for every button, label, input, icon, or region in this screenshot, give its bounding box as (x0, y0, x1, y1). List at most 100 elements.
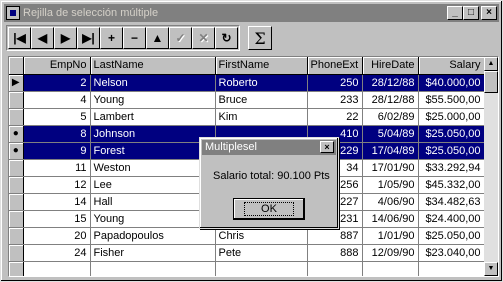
cell-empno[interactable]: 12 (23, 176, 91, 194)
cell-salary[interactable]: $24.400,00 (418, 210, 485, 228)
cell-hiredate[interactable]: 1/05/90 (362, 176, 419, 194)
cell-salary[interactable]: $23.040,00 (418, 244, 485, 262)
cell-hiredate[interactable]: 28/12/88 (362, 74, 419, 92)
cell-hiredate[interactable]: 1/01/90 (362, 227, 419, 245)
cell-lastname[interactable]: Weston (90, 159, 216, 177)
app-icon[interactable] (6, 6, 20, 20)
cell-hiredate[interactable]: 4/06/90 (362, 193, 419, 211)
column-header-firstname[interactable]: FirstName (215, 57, 308, 75)
dialog-title-bar[interactable]: Multiplesel × (202, 140, 336, 155)
cell-lastname[interactable] (90, 261, 216, 276)
cell-salary[interactable]: $45.332,00 (418, 176, 485, 194)
cell-salary[interactable]: $33.292,94 (418, 159, 485, 177)
next-record-button[interactable]: ▶ (54, 27, 77, 49)
cell-hiredate[interactable] (362, 261, 419, 276)
cell-empno[interactable]: 14 (23, 193, 91, 211)
row-indicator[interactable] (9, 244, 24, 262)
cell-empno[interactable]: 5 (23, 108, 91, 126)
cell-hiredate[interactable]: 17/01/90 (362, 159, 419, 177)
table-row[interactable]: 24 Fisher Pete 888 12/09/90 $23.040,00 (9, 244, 491, 262)
table-row[interactable]: 20 Papadopoulos Chris 887 1/01/90 $25.050,00 (9, 227, 491, 245)
cell-salary[interactable]: $55.500,00 (418, 91, 485, 109)
cell-phoneext[interactable]: 888 (307, 244, 363, 262)
insert-record-button[interactable]: + (100, 27, 123, 49)
row-indicator[interactable] (9, 159, 24, 177)
cell-empno[interactable]: 8 (23, 125, 91, 143)
row-indicator[interactable] (9, 193, 24, 211)
cell-hiredate[interactable]: 5/04/89 (362, 125, 419, 143)
column-header-salary[interactable]: Salary (418, 57, 485, 75)
cell-lastname[interactable]: Lee (90, 176, 216, 194)
cell-lastname[interactable]: Johnson (90, 125, 216, 143)
cell-phoneext[interactable]: 887 (307, 227, 363, 245)
cell-phoneext[interactable]: 233 (307, 91, 363, 109)
cell-salary[interactable]: $34.482,63 (418, 193, 485, 211)
column-header-empno[interactable]: EmpNo (23, 57, 91, 75)
cell-salary[interactable]: $40.000,00 (418, 74, 485, 92)
scroll-up-button[interactable]: ▲ (484, 57, 498, 71)
cell-firstname[interactable]: Bruce (215, 91, 308, 109)
edit-record-button[interactable]: ▲ (146, 27, 169, 49)
cell-empno[interactable]: 20 (23, 227, 91, 245)
column-header-phoneext[interactable]: PhoneExt (307, 57, 363, 75)
cell-phoneext[interactable]: 22 (307, 108, 363, 126)
column-header-hiredate[interactable]: HireDate (362, 57, 419, 75)
row-indicator[interactable] (9, 176, 24, 194)
cell-empno[interactable]: 11 (23, 159, 91, 177)
cell-hiredate[interactable]: 6/02/89 (362, 108, 419, 126)
scroll-thumb[interactable] (484, 71, 498, 93)
title-bar[interactable]: Rejilla de selección múltiple _ □ × (4, 4, 499, 22)
cell-firstname[interactable] (215, 261, 308, 276)
vertical-scrollbar[interactable]: ▲ ▼ (484, 57, 498, 276)
row-indicator[interactable] (9, 91, 24, 109)
cell-empno[interactable]: 24 (23, 244, 91, 262)
cell-lastname[interactable]: Forest (90, 142, 216, 160)
cell-lastname[interactable]: Lambert (90, 108, 216, 126)
row-indicator[interactable]: ▶ (9, 74, 24, 92)
cell-firstname[interactable]: Chris (215, 227, 308, 245)
cell-lastname[interactable]: Fisher (90, 244, 216, 262)
cell-salary[interactable]: $25.050,00 (418, 125, 485, 143)
maximize-button[interactable]: □ (463, 6, 479, 20)
sum-button[interactable]: Σ (248, 26, 272, 50)
cell-phoneext[interactable] (307, 261, 363, 276)
cell-empno[interactable]: 4 (23, 91, 91, 109)
cell-salary[interactable]: $25.000,00 (418, 108, 485, 126)
cell-hiredate[interactable]: 28/12/88 (362, 91, 419, 109)
first-record-button[interactable]: |◀ (8, 27, 31, 49)
table-row[interactable]: 5 Lambert Kim 22 6/02/89 $25.000,00 (9, 108, 491, 126)
row-indicator[interactable]: ● (9, 142, 24, 160)
cell-phoneext[interactable]: 250 (307, 74, 363, 92)
minimize-button[interactable]: _ (447, 6, 463, 20)
cell-salary[interactable]: $25.050,00 (418, 227, 485, 245)
prior-record-button[interactable]: ◀ (31, 27, 54, 49)
table-row[interactable]: ▶ 2 Nelson Roberto 250 28/12/88 $40.000,00 (9, 74, 491, 92)
cell-firstname[interactable]: Kim (215, 108, 308, 126)
cell-salary[interactable]: $25.050,00 (418, 142, 485, 160)
cell-firstname[interactable]: Pete (215, 244, 308, 262)
column-header-lastname[interactable]: LastName (90, 57, 216, 75)
cell-empno[interactable]: 2 (23, 74, 91, 92)
cell-lastname[interactable]: Hall (90, 193, 216, 211)
cell-lastname[interactable]: Nelson (90, 74, 216, 92)
table-row[interactable]: 4 Young Bruce 233 28/12/88 $55.500,00 (9, 91, 491, 109)
table-row[interactable] (9, 261, 491, 276)
row-indicator[interactable] (9, 261, 24, 276)
close-button[interactable]: × (481, 6, 497, 20)
row-indicator[interactable] (9, 108, 24, 126)
cell-lastname[interactable]: Young (90, 91, 216, 109)
delete-record-button[interactable]: − (123, 27, 146, 49)
row-indicator[interactable]: ● (9, 125, 24, 143)
cell-hiredate[interactable]: 17/04/89 (362, 142, 419, 160)
row-indicator[interactable] (9, 210, 24, 228)
cell-salary[interactable] (418, 261, 485, 276)
cell-hiredate[interactable]: 14/06/90 (362, 210, 419, 228)
cell-empno[interactable]: 9 (23, 142, 91, 160)
cell-firstname[interactable]: Roberto (215, 74, 308, 92)
cell-empno[interactable]: 15 (23, 210, 91, 228)
scroll-down-button[interactable]: ▼ (484, 262, 498, 276)
cell-empno[interactable] (23, 261, 91, 276)
cell-lastname[interactable]: Young (90, 210, 216, 228)
last-record-button[interactable]: ▶| (77, 27, 100, 49)
cell-hiredate[interactable]: 12/09/90 (362, 244, 419, 262)
